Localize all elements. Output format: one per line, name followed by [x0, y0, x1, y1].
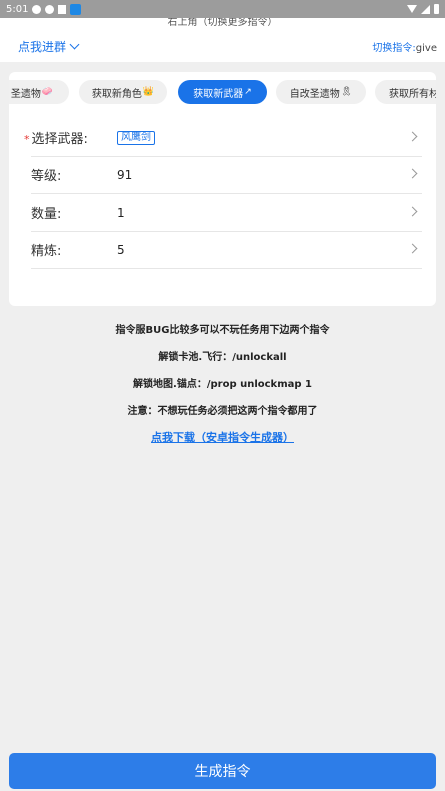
top-hint: 右上角（切换更多指令） [0, 18, 445, 30]
weapon-select-row[interactable]: * 选择武器: 风鹰剑 [24, 119, 422, 157]
status-time: 5:01 [6, 3, 29, 15]
notification-icon [58, 4, 67, 14]
join-group-label: 点我进群 [18, 39, 67, 54]
level-value: 91 [117, 167, 133, 182]
chevron-right-icon [407, 206, 418, 217]
quantity-value: 1 [117, 205, 125, 220]
download-link[interactable]: 点我下载（安卓指令生成器） [0, 429, 445, 445]
weapon-label: 选择武器: [31, 132, 88, 147]
tab-label: 获取新角色 [91, 88, 142, 100]
tab-relic[interactable]: 圣遗物 🧼 [9, 80, 69, 104]
command-form-card: 圣遗物 🧼 获取新角色 👑 获取新武器 ↗ 自改圣遗物 🎗 获取所有材 * 选择武器: 风… [9, 72, 436, 306]
tab-all-materials[interactable]: 获取所有材 [375, 80, 436, 104]
sword-icon: ↗ [244, 87, 252, 97]
chevron-right-icon [407, 131, 418, 142]
switch-command-label: 切换指令: [372, 42, 416, 54]
status-bar: 5:01 [0, 0, 445, 18]
telegram-icon [45, 4, 55, 14]
tab-label: 获取新武器 [193, 88, 244, 100]
wifi-icon [407, 5, 417, 13]
quantity-label: 数量: [31, 207, 62, 222]
refine-value: 5 [117, 242, 125, 257]
battery-icon [434, 4, 439, 14]
tab-label: 圣遗物 [10, 88, 41, 100]
refine-row[interactable]: 精炼: 5 [31, 231, 422, 269]
note-text: 解锁卡池.飞行：/unlockall [158, 352, 287, 363]
chevron-right-icon [407, 168, 418, 179]
generate-command-button[interactable]: 生成指令 [9, 753, 436, 789]
ribbon-icon: 🎗 [340, 87, 353, 97]
refine-label: 精炼: [31, 244, 62, 259]
note-text: 解锁地图.锚点：/prop unlockmap 1 [133, 379, 312, 390]
required-mark: * [24, 133, 30, 146]
crown-icon: 👑 [142, 87, 155, 97]
tab-new-weapon[interactable]: 获取新武器 ↗ [178, 80, 267, 104]
switch-command-value: give [415, 42, 437, 54]
relic-icon: 🧼 [41, 87, 54, 97]
level-label: 等级: [31, 169, 62, 184]
weapon-value: 风鹰剑 [117, 130, 155, 145]
header: 点我进群 切换指令:give [0, 30, 445, 62]
join-group-link[interactable]: 点我进群 [18, 38, 80, 55]
note-text: 指令服BUG比较多可以不玩任务用下边两个指令 [115, 325, 330, 336]
category-tabs: 圣遗物 🧼 获取新角色 👑 获取新武器 ↗ 自改圣遗物 🎗 获取所有材 [9, 80, 436, 104]
switch-command-button[interactable]: 切换指令:give [372, 39, 437, 54]
note-text: 注意：不想玩任务必须把这两个指令都用了 [127, 406, 318, 417]
chevron-right-icon [407, 243, 418, 254]
tab-label: 自改圣遗物 [289, 88, 340, 100]
tab-custom-relic[interactable]: 自改圣遗物 🎗 [276, 80, 366, 104]
tab-new-character[interactable]: 获取新角色 👑 [79, 80, 167, 104]
signal-icon [421, 4, 430, 14]
tab-label: 获取所有材 [389, 88, 436, 100]
navigation-icon [32, 4, 42, 14]
chevron-down-icon [69, 39, 80, 49]
quantity-row[interactable]: 数量: 1 [31, 194, 422, 232]
app-icon [70, 3, 82, 15]
level-row[interactable]: 等级: 91 [31, 156, 422, 194]
